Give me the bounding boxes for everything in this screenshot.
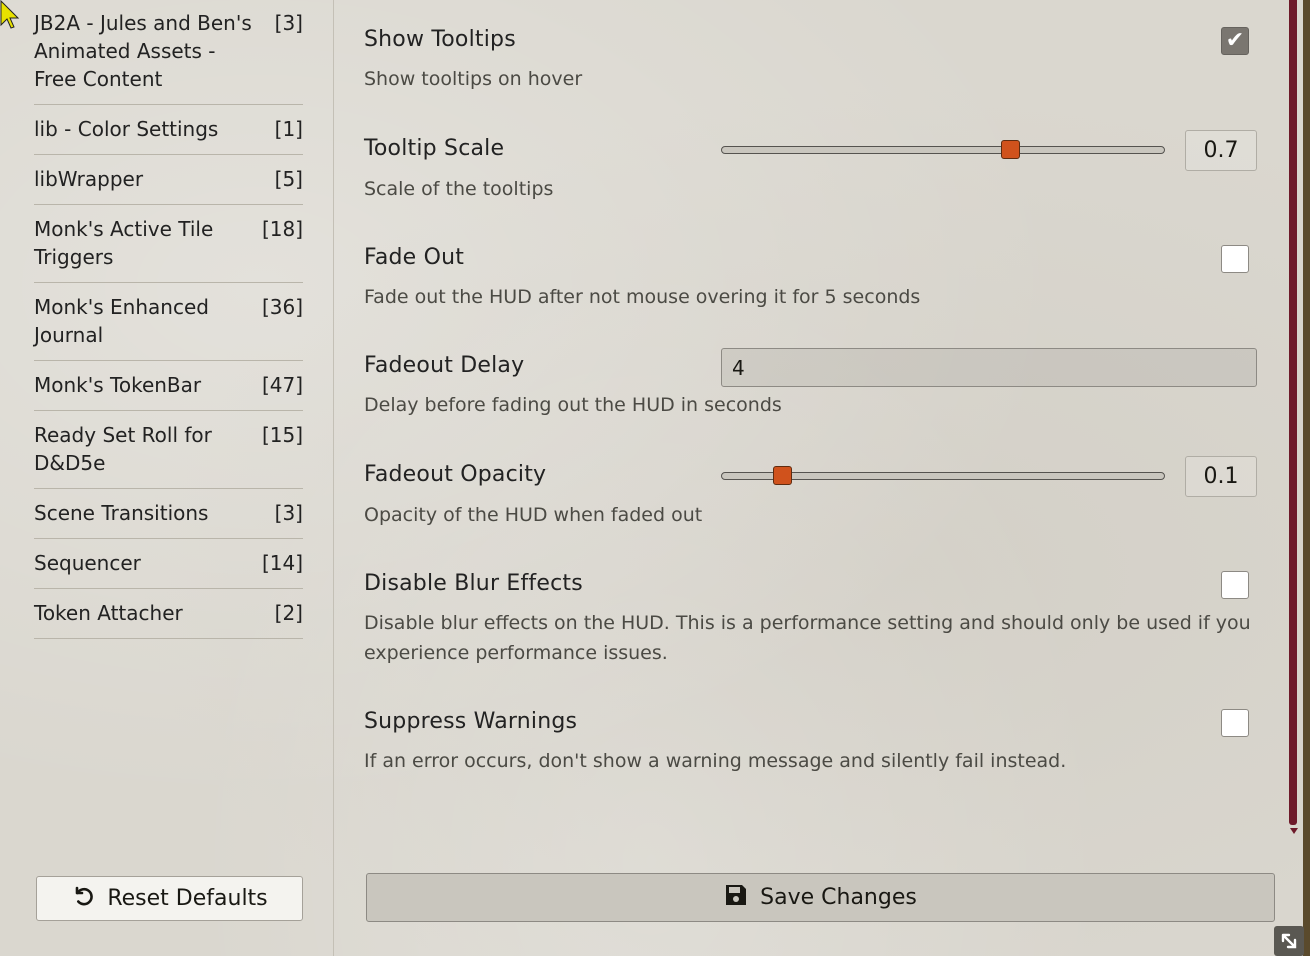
module-name: libWrapper xyxy=(34,167,144,191)
suppress-warnings-checkbox[interactable] xyxy=(1221,709,1249,737)
module-item-jb2a[interactable]: JB2A - Jules and Ben's Animated Assets -… xyxy=(34,0,303,105)
module-count: [1] xyxy=(274,117,303,141)
floppy-disk-icon xyxy=(724,883,748,913)
tooltip-scale-value: 0.7 xyxy=(1185,130,1257,171)
setting-label: Tooltip Scale xyxy=(364,136,505,161)
resize-handle-icon[interactable] xyxy=(1274,926,1304,956)
slider-thumb[interactable] xyxy=(1001,140,1020,159)
module-item-lib-color-settings[interactable]: lib - Color Settings [1] xyxy=(34,105,303,155)
reset-defaults-label: Reset Defaults xyxy=(107,886,268,911)
module-name: Token Attacher xyxy=(34,601,183,625)
module-count: [15] xyxy=(261,423,303,447)
fadeout-opacity-value: 0.1 xyxy=(1185,456,1257,497)
module-name: Monk's Active Tile Triggers xyxy=(34,217,214,269)
module-item-monks-active-tile-triggers[interactable]: Monk's Active Tile Triggers [18] xyxy=(34,205,303,283)
module-name: JB2A - Jules and Ben's Animated Assets -… xyxy=(34,11,252,91)
module-count: [47] xyxy=(261,373,303,397)
fadeout-opacity-slider[interactable] xyxy=(721,466,1165,485)
fadeout-delay-input[interactable] xyxy=(721,348,1257,387)
module-count: [3] xyxy=(274,11,303,35)
settings-window: JB2A - Jules and Ben's Animated Assets -… xyxy=(0,0,1303,956)
mouse-cursor-icon xyxy=(0,0,20,34)
setting-hint: Opacity of the HUD when faded out xyxy=(364,504,703,526)
module-item-monks-enhanced-journal[interactable]: Monk's Enhanced Journal [36] xyxy=(34,283,303,361)
module-count: [14] xyxy=(261,551,303,575)
module-count: [3] xyxy=(274,501,303,525)
setting-hint: If an error occurs, don't show a warning… xyxy=(364,750,1067,772)
setting-hint: Disable blur effects on the HUD. This is… xyxy=(364,612,1251,664)
save-changes-label: Save Changes xyxy=(760,885,917,910)
save-changes-button[interactable]: Save Changes xyxy=(366,873,1275,922)
setting-label: Fadeout Delay xyxy=(364,353,525,378)
module-item-scene-transitions[interactable]: Scene Transitions [3] xyxy=(34,489,303,539)
module-name: lib - Color Settings xyxy=(34,117,219,141)
module-list: JB2A - Jules and Ben's Animated Assets -… xyxy=(34,0,303,639)
setting-label: Fadeout Opacity xyxy=(364,462,547,487)
setting-hint: Scale of the tooltips xyxy=(364,178,554,200)
slider-thumb[interactable] xyxy=(773,466,792,485)
setting-hint: Show tooltips on hover xyxy=(364,68,583,90)
module-count: [5] xyxy=(274,167,303,191)
reset-defaults-button[interactable]: Reset Defaults xyxy=(36,876,303,921)
undo-icon xyxy=(71,884,95,914)
window-edge xyxy=(1303,0,1310,956)
module-sidebar: JB2A - Jules and Ben's Animated Assets -… xyxy=(0,0,334,956)
module-item-libwrapper[interactable]: libWrapper [5] xyxy=(34,155,303,205)
module-count: [36] xyxy=(261,295,303,319)
tooltip-scale-slider[interactable] xyxy=(721,140,1165,159)
module-count: [2] xyxy=(274,601,303,625)
module-item-token-attacher[interactable]: Token Attacher [2] xyxy=(34,589,303,639)
setting-label: Show Tooltips xyxy=(364,27,516,52)
setting-hint: Fade out the HUD after not mouse overing… xyxy=(364,286,921,308)
disable-blur-checkbox[interactable] xyxy=(1221,571,1249,599)
setting-label: Fade Out xyxy=(364,245,465,270)
module-name: Sequencer xyxy=(34,551,141,575)
setting-label: Disable Blur Effects xyxy=(364,571,583,596)
scroll-down-arrow-icon[interactable] xyxy=(1290,828,1298,834)
fade-out-checkbox[interactable] xyxy=(1221,245,1249,273)
module-name: Monk's Enhanced Journal xyxy=(34,295,209,347)
module-name: Monk's TokenBar xyxy=(34,373,202,397)
module-name: Ready Set Roll for D&D5e xyxy=(34,423,212,475)
module-count: [18] xyxy=(261,217,303,241)
module-name: Scene Transitions xyxy=(34,501,209,525)
module-item-ready-set-roll[interactable]: Ready Set Roll for D&D5e [15] xyxy=(34,411,303,489)
setting-hint: Delay before fading out the HUD in secon… xyxy=(364,394,782,416)
scrollbar[interactable] xyxy=(1289,0,1297,825)
module-item-monks-tokenbar[interactable]: Monk's TokenBar [47] xyxy=(34,361,303,411)
setting-label: Suppress Warnings xyxy=(364,709,578,734)
module-item-sequencer[interactable]: Sequencer [14] xyxy=(34,539,303,589)
show-tooltips-checkbox[interactable]: ✔ xyxy=(1221,27,1249,55)
